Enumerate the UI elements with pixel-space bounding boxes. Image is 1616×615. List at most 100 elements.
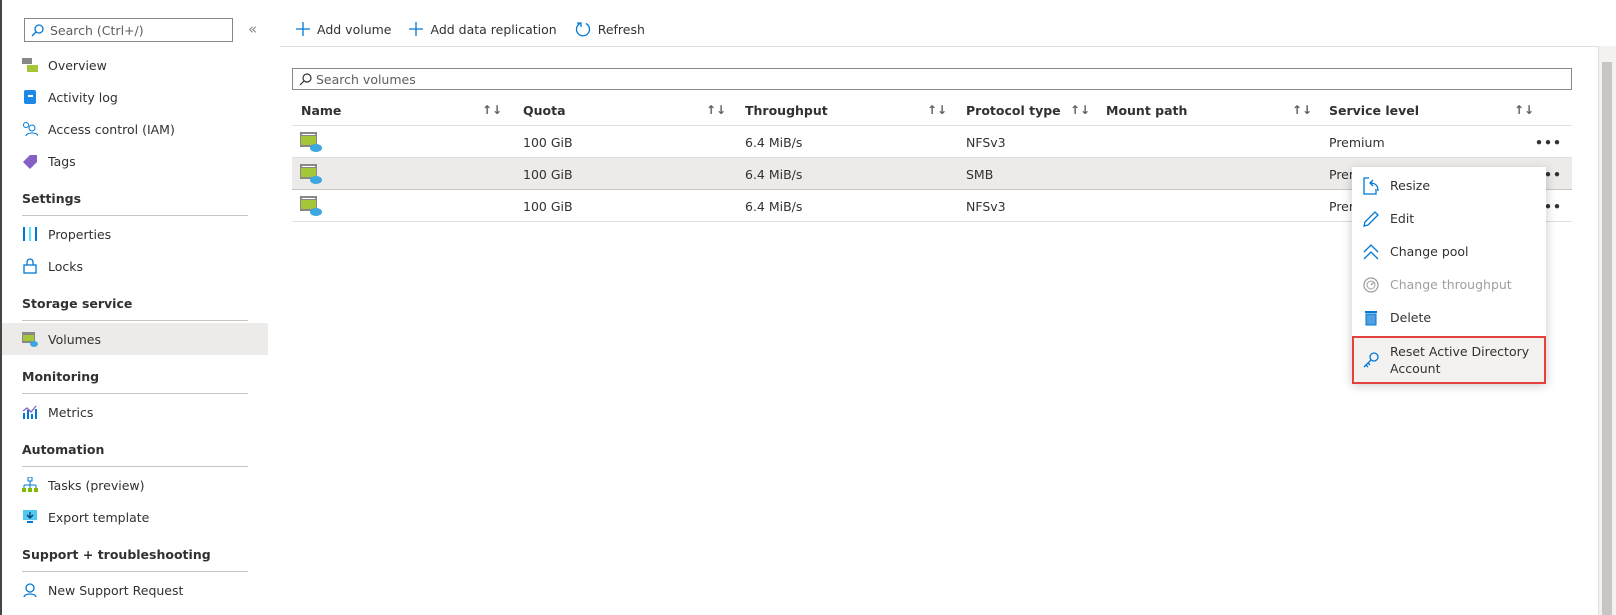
sidebar-item-label: Volumes — [48, 331, 102, 347]
cell-throughput: 6.4 MiB/s — [745, 134, 803, 150]
menu-item-resize[interactable]: Resize — [1352, 169, 1546, 202]
sort-icon[interactable]: ↑↓ — [706, 94, 726, 126]
sidebar-item-volumes[interactable]: Volumes — [2, 323, 268, 355]
volume-icon — [300, 126, 322, 158]
sidebar: Search (Ctrl+/) « Overview Activity log … — [0, 0, 268, 615]
scrollbar-thumb[interactable] — [1602, 62, 1612, 615]
sidebar-item-label: Access control (IAM) — [48, 121, 175, 137]
support-icon — [22, 582, 38, 598]
lock-icon — [22, 258, 38, 274]
resize-icon — [1362, 176, 1380, 195]
sidebar-item-label: Properties — [48, 226, 112, 242]
sort-icon[interactable]: ↑↓ — [927, 94, 947, 126]
search-volumes-placeholder: Search volumes — [316, 71, 416, 87]
sort-icon[interactable]: ↑↓ — [482, 94, 502, 126]
add-data-replication-label: Add data replication — [430, 21, 557, 37]
plus-icon — [296, 22, 310, 36]
key-icon — [1362, 352, 1380, 368]
menu-item-label: Resize — [1390, 178, 1431, 193]
chevron-up-double-icon — [1362, 243, 1380, 260]
menu-item-change-pool[interactable]: Change pool — [1352, 235, 1546, 268]
section-storage-service: Storage service — [22, 282, 248, 321]
refresh-icon — [575, 22, 590, 37]
sort-icon[interactable]: ↑↓ — [1070, 94, 1090, 126]
cell-throughput: 6.4 MiB/s — [745, 198, 803, 214]
sidebar-search-placeholder: Search (Ctrl+/) — [50, 22, 144, 38]
sidebar-item-label: Metrics — [48, 404, 94, 420]
iam-icon — [22, 121, 38, 137]
volume-icon — [22, 331, 38, 347]
cell-protocol: SMB — [966, 166, 994, 182]
cell-service-level: Premium — [1329, 134, 1385, 150]
column-header-name[interactable]: Name — [301, 94, 341, 126]
menu-item-change-throughput[interactable]: Change throughput — [1352, 268, 1546, 301]
tasks-icon — [22, 477, 38, 493]
collapse-sidebar-button[interactable]: « — [248, 20, 257, 38]
overview-icon — [22, 57, 38, 73]
section-settings: Settings — [22, 177, 248, 216]
section-support: Support + troubleshooting — [22, 533, 248, 572]
gauge-icon — [1362, 276, 1380, 293]
sidebar-search-input[interactable]: Search (Ctrl+/) — [24, 18, 233, 42]
cell-protocol: NFSv3 — [966, 134, 1006, 150]
menu-item-label: Edit — [1390, 211, 1415, 226]
add-volume-label: Add volume — [317, 21, 392, 37]
refresh-button[interactable]: Refresh — [575, 21, 645, 37]
column-header-service-level[interactable]: Service level — [1329, 94, 1419, 126]
toolbar-divider — [280, 46, 1598, 47]
cell-throughput: 6.4 MiB/s — [745, 166, 803, 182]
pencil-icon — [1362, 210, 1380, 227]
sidebar-item-tasks[interactable]: Tasks (preview) — [2, 469, 268, 501]
sidebar-item-overview[interactable]: Overview — [2, 49, 268, 81]
sidebar-item-label: Activity log — [48, 89, 118, 105]
sidebar-item-activity-log[interactable]: Activity log — [2, 81, 268, 113]
sidebar-item-new-support-request[interactable]: New Support Request — [2, 574, 268, 606]
refresh-label: Refresh — [597, 21, 645, 37]
table-header: Name ↑↓ Quota ↑↓ Throughput ↑↓ Protocol typ… — [292, 94, 1572, 126]
cell-quota: 100 GiB — [523, 198, 573, 214]
search-icon — [299, 72, 312, 85]
menu-item-delete[interactable]: Delete — [1352, 301, 1546, 334]
menu-item-reset-active-directory-account[interactable]: Reset Active Directory Account — [1352, 336, 1546, 384]
sidebar-item-label: Locks — [48, 258, 84, 274]
context-menu: Resize Edit Change pool Change throughpu… — [1352, 167, 1546, 384]
table-row[interactable]: 100 GiB 6.4 MiB/s NFSv3 Premium ••• — [292, 126, 1572, 158]
menu-item-label: Change pool — [1390, 244, 1469, 259]
column-header-quota[interactable]: Quota — [523, 94, 566, 126]
column-header-mount-path[interactable]: Mount path — [1106, 94, 1187, 126]
menu-item-edit[interactable]: Edit — [1352, 202, 1546, 235]
export-template-icon — [22, 509, 38, 525]
sidebar-item-access-control[interactable]: Access control (IAM) — [2, 113, 268, 145]
menu-item-label: Delete — [1390, 310, 1432, 325]
plus-icon — [409, 22, 424, 36]
column-header-throughput[interactable]: Throughput — [745, 94, 828, 126]
search-icon — [31, 23, 44, 36]
search-volumes-input[interactable]: Search volumes — [292, 68, 1572, 90]
add-volume-button[interactable]: Add volume — [296, 22, 391, 37]
add-data-replication-button[interactable]: Add data replication — [409, 21, 557, 37]
metrics-icon — [22, 404, 38, 420]
cell-quota: 100 GiB — [523, 134, 573, 150]
menu-item-label: Change throughput — [1390, 277, 1512, 292]
volume-icon — [300, 158, 322, 190]
sidebar-item-export-template[interactable]: Export template — [2, 501, 268, 533]
trash-icon — [1362, 310, 1380, 326]
sidebar-item-label: Export template — [48, 509, 150, 525]
sort-icon[interactable]: ↑↓ — [1292, 94, 1312, 126]
volume-icon — [300, 190, 322, 222]
sidebar-item-metrics[interactable]: Metrics — [2, 396, 268, 428]
sidebar-item-properties[interactable]: Properties — [2, 218, 268, 250]
tag-icon — [22, 153, 38, 169]
sidebar-item-label: Overview — [48, 57, 107, 73]
column-header-protocol[interactable]: Protocol type — [966, 94, 1061, 126]
cell-protocol: NFSv3 — [966, 198, 1006, 214]
sidebar-item-locks[interactable]: Locks — [2, 250, 268, 282]
activity-log-icon — [22, 89, 38, 105]
menu-item-label: Reset Active Directory Account — [1390, 344, 1530, 376]
sort-icon[interactable]: ↑↓ — [1514, 94, 1534, 126]
sidebar-item-tags[interactable]: Tags — [2, 145, 268, 177]
more-actions-button[interactable]: ••• — [1535, 126, 1562, 158]
cell-quota: 100 GiB — [523, 166, 573, 182]
properties-icon — [22, 226, 38, 242]
sidebar-nav: Overview Activity log Access control (IA… — [2, 49, 268, 606]
